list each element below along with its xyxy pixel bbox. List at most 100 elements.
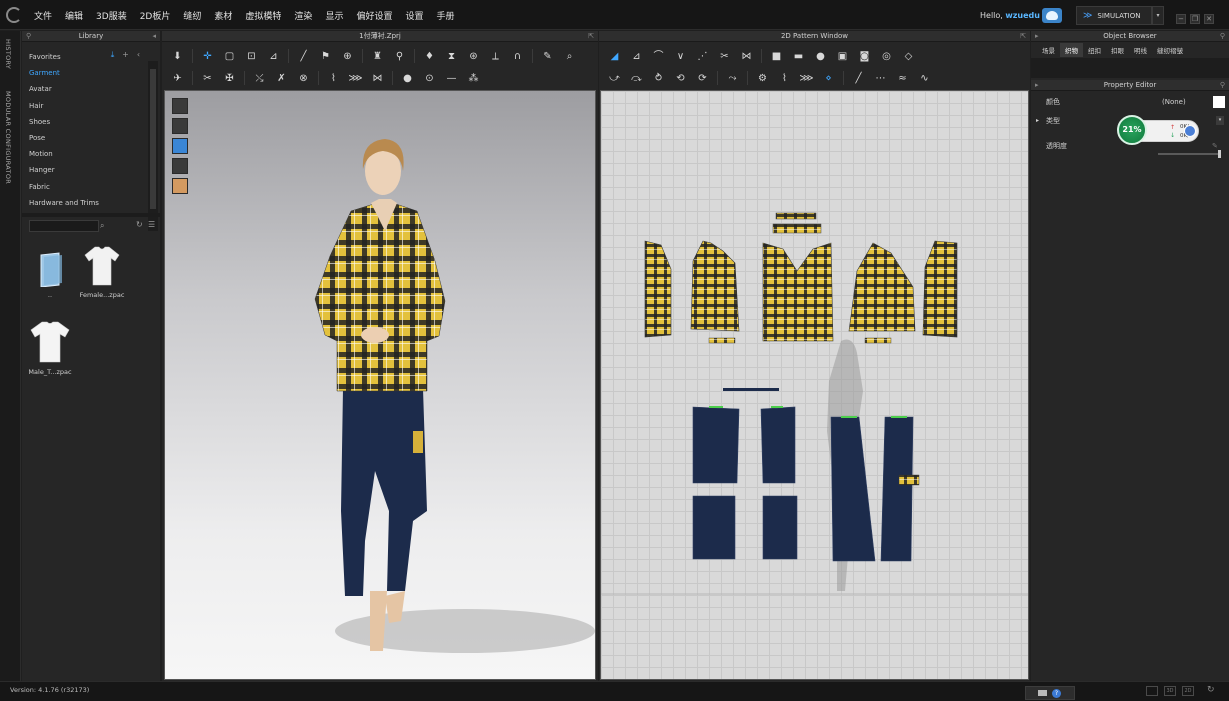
menu-display[interactable]: 显示 [325,9,343,22]
tree-item-favorites[interactable]: Favorites [22,49,148,65]
history-tab[interactable]: HISTORY [4,39,12,69]
library-search-input[interactable] [29,220,99,232]
refresh-icon[interactable]: ↻ [136,220,143,229]
avatar-pose-icon[interactable]: ✈ [170,71,185,86]
internal-rect-icon[interactable]: ◙ [857,49,872,64]
opacity-slider[interactable] [1158,150,1221,158]
expand-arrow-icon[interactable]: ▸ [1035,80,1039,91]
garment-tool-icon[interactable]: ⚲ [392,49,407,64]
rectangle-icon[interactable]: ▬ [791,49,806,64]
button-icon[interactable]: ● [400,71,415,86]
search-tool-icon[interactable]: ⌕ [562,49,577,64]
cut-icon[interactable]: ✂ [717,49,732,64]
tree-item-hardware-trims[interactable]: Hardware and Trims [22,195,148,211]
select-move-tool-icon[interactable]: ✛ [200,49,215,64]
tack-tool-icon[interactable]: ⊕ [340,49,355,64]
notch-icon[interactable]: ≈ [895,71,910,86]
app-logo-icon[interactable] [6,7,22,23]
maximize-icon[interactable]: ⇱ [1020,31,1026,42]
expand-arrow-icon[interactable]: ▸ [1035,31,1039,42]
topstitch-2d-icon[interactable]: ⌇ [777,71,792,86]
tree-item-hair[interactable]: Hair [22,98,148,114]
pin-icon[interactable]: ⚲ [1220,80,1225,91]
fold-arrangement-icon[interactable]: ⤳ [725,71,740,86]
strap-tool-icon[interactable]: ∩ [510,49,525,64]
slider-thumb[interactable] [1218,150,1221,158]
graphic-icon[interactable]: ⋈ [370,71,385,86]
tab-fabric[interactable]: 织物 [1060,43,1083,57]
tree-item-shoes[interactable]: Shoes [22,114,148,130]
tree-item-garment[interactable]: Garment [22,65,148,81]
shirring-icon[interactable]: ∿ [917,71,932,86]
scroll-thumb[interactable] [150,69,156,209]
button-tool-icon[interactable]: ⊛ [466,49,481,64]
pin-tool-icon[interactable]: ⚑ [318,49,333,64]
seam-allowance-icon[interactable]: ⋯ [873,71,888,86]
sewing-3d-icon[interactable]: ⤯ [252,71,267,86]
modular-configurator-tab[interactable]: MODULAR CONFIGURATOR [4,91,12,184]
menu-manual[interactable]: 手册 [436,9,454,22]
2d-viewport[interactable] [600,90,1029,680]
maximize-icon[interactable]: ⇱ [588,31,594,42]
expand-arrow-icon[interactable]: ▸ [1036,113,1039,129]
tab-scene[interactable]: 场景 [1037,43,1060,57]
line-seam-icon[interactable]: ⊗ [296,71,311,86]
username[interactable]: wzuedu [1005,11,1040,20]
tab-button[interactable]: 纽扣 [1083,43,1106,57]
3d-viewport[interactable] [164,90,596,680]
pin-icon[interactable]: ⚲ [1220,31,1225,42]
menu-file[interactable]: 文件 [34,9,52,22]
circle-icon[interactable]: ● [813,49,828,64]
offset-icon[interactable]: ⋈ [739,49,754,64]
type-dropdown[interactable]: ▾ [1216,116,1224,125]
tree-item-hanger[interactable]: Hanger [22,162,148,178]
menu-sewing[interactable]: 缝纫 [183,9,201,22]
transform-tool-icon[interactable]: ⊡ [244,49,259,64]
add-point-icon[interactable]: ⋰ [695,49,710,64]
edit-pattern-icon[interactable]: ⊿ [629,49,644,64]
transform-pattern-icon[interactable]: ◢ [607,49,622,64]
eyedropper-icon[interactable]: ✎ [1212,138,1218,154]
pin-icon[interactable]: ⚲ [26,31,31,42]
collapse-arrow-icon[interactable]: ◂ [152,31,156,42]
zipper-tool-icon[interactable]: ⧗ [444,49,459,64]
thumbnail-male-tshirt[interactable]: Male_T...zpac [25,318,75,376]
internal-circle-icon[interactable]: ◎ [879,49,894,64]
library-divider[interactable] [22,213,160,217]
help-icon[interactable]: ? [1052,689,1061,698]
color-swatch[interactable] [1213,96,1225,108]
object-browser-list[interactable] [1031,58,1229,78]
m-n-sewing-icon[interactable]: ⥁ [651,71,666,86]
tab-buttonhole[interactable]: 扣眼 [1106,43,1129,57]
bonding-icon[interactable]: ⁂ [466,71,481,86]
edit-curvature-icon[interactable]: ⌒ [651,49,666,64]
view-3d-button[interactable]: 3D [1164,686,1176,696]
thumbnail-female-tshirt[interactable]: Female...zpac [77,243,127,299]
edit-curve-point-icon[interactable]: ∨ [673,49,688,64]
view-2d-button[interactable]: 2D [1182,686,1194,696]
measure-tool-icon[interactable]: ⟂ [488,49,503,64]
menu-2d-pattern[interactable]: 2D板片 [140,9,171,22]
search-icon[interactable]: ⌕ [100,221,104,231]
free-sewing-icon[interactable]: ⤼ [629,71,644,86]
avatar-tool-icon[interactable]: ♜ [370,49,385,64]
network-speed-widget[interactable]: ↑ 0K/s ↓ 0K/s 21% [1117,115,1199,145]
close-button[interactable]: ✕ [1204,14,1214,24]
view-split-button[interactable] [1146,686,1158,696]
menu-3d-garment[interactable]: 3D服装 [96,9,127,22]
menu-avatar[interactable]: 虚拟模特 [245,9,281,22]
menu-preferences[interactable]: 偏好设置 [356,9,392,22]
tack-icon[interactable]: ⟳ [695,71,710,86]
draw-tool-icon[interactable]: ╱ [296,49,311,64]
taskbar-widget[interactable]: ? [1025,686,1075,700]
fitting-suit-icon[interactable]: ✠ [222,71,237,86]
list-view-icon[interactable]: ☰ [148,220,155,229]
check-sewing-icon[interactable]: ⟲ [673,71,688,86]
pattern-pieces[interactable] [601,91,1028,679]
texture-edit-icon[interactable]: ⚙ [755,71,770,86]
avatar-3d-model[interactable] [165,91,595,679]
tape-measure-icon[interactable]: ✂ [200,71,215,86]
arrangement-tool-icon[interactable]: ♦ [422,49,437,64]
menu-render[interactable]: 渲染 [294,9,312,22]
library-scrollbar[interactable] [148,61,158,231]
